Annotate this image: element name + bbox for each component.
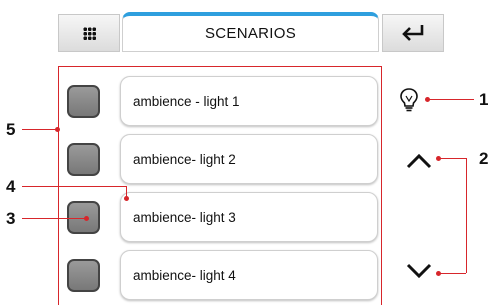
callout-line	[22, 186, 126, 187]
scenario-label: ambience- light 2	[133, 151, 236, 167]
callout-dot	[84, 216, 89, 221]
callout-line	[427, 99, 474, 100]
callout-5: 5	[6, 120, 16, 139]
scenario-button[interactable]: ambience- light 4	[120, 250, 378, 300]
callout-line	[438, 158, 466, 159]
scenario-button[interactable]: ambience- light 2	[120, 134, 378, 184]
callout-dot	[124, 196, 129, 201]
list-item: ambience - light 1	[59, 76, 381, 126]
chevron-up-icon[interactable]	[405, 152, 433, 170]
header-bar: SCENARIOS	[58, 0, 444, 52]
list-item: ambience- light 4	[59, 250, 381, 300]
callout-dot	[55, 127, 60, 132]
callout-line	[438, 273, 466, 274]
callout-line	[22, 218, 85, 219]
scenario-label: ambience - light 1	[133, 93, 240, 109]
back-button[interactable]	[382, 14, 444, 52]
callout-dot	[436, 271, 441, 276]
callout-2: 2	[479, 149, 489, 168]
callout-line	[466, 158, 467, 273]
scenario-label: ambience- light 3	[133, 209, 236, 225]
scenario-checkbox[interactable]	[67, 85, 100, 118]
scenario-checkbox[interactable]	[67, 143, 100, 176]
callout-1: 1	[479, 90, 489, 109]
grid-icon	[82, 26, 96, 40]
enter-return-icon	[402, 25, 424, 41]
page-title: SCENARIOS	[122, 12, 379, 52]
list-item: ambience- light 2	[59, 134, 381, 184]
chevron-down-icon[interactable]	[405, 262, 433, 280]
callout-4: 4	[6, 177, 16, 196]
scenario-button[interactable]: ambience - light 1	[120, 76, 378, 126]
menu-button[interactable]	[58, 14, 120, 52]
scenario-checkbox[interactable]	[67, 259, 100, 292]
light-bulb-icon[interactable]	[399, 87, 419, 113]
scenario-label: ambience- light 4	[133, 267, 236, 283]
list-item: ambience- light 3	[59, 192, 381, 242]
callout-3: 3	[6, 209, 16, 228]
scenario-button[interactable]: ambience- light 3	[120, 192, 378, 242]
callout-line	[22, 129, 56, 130]
